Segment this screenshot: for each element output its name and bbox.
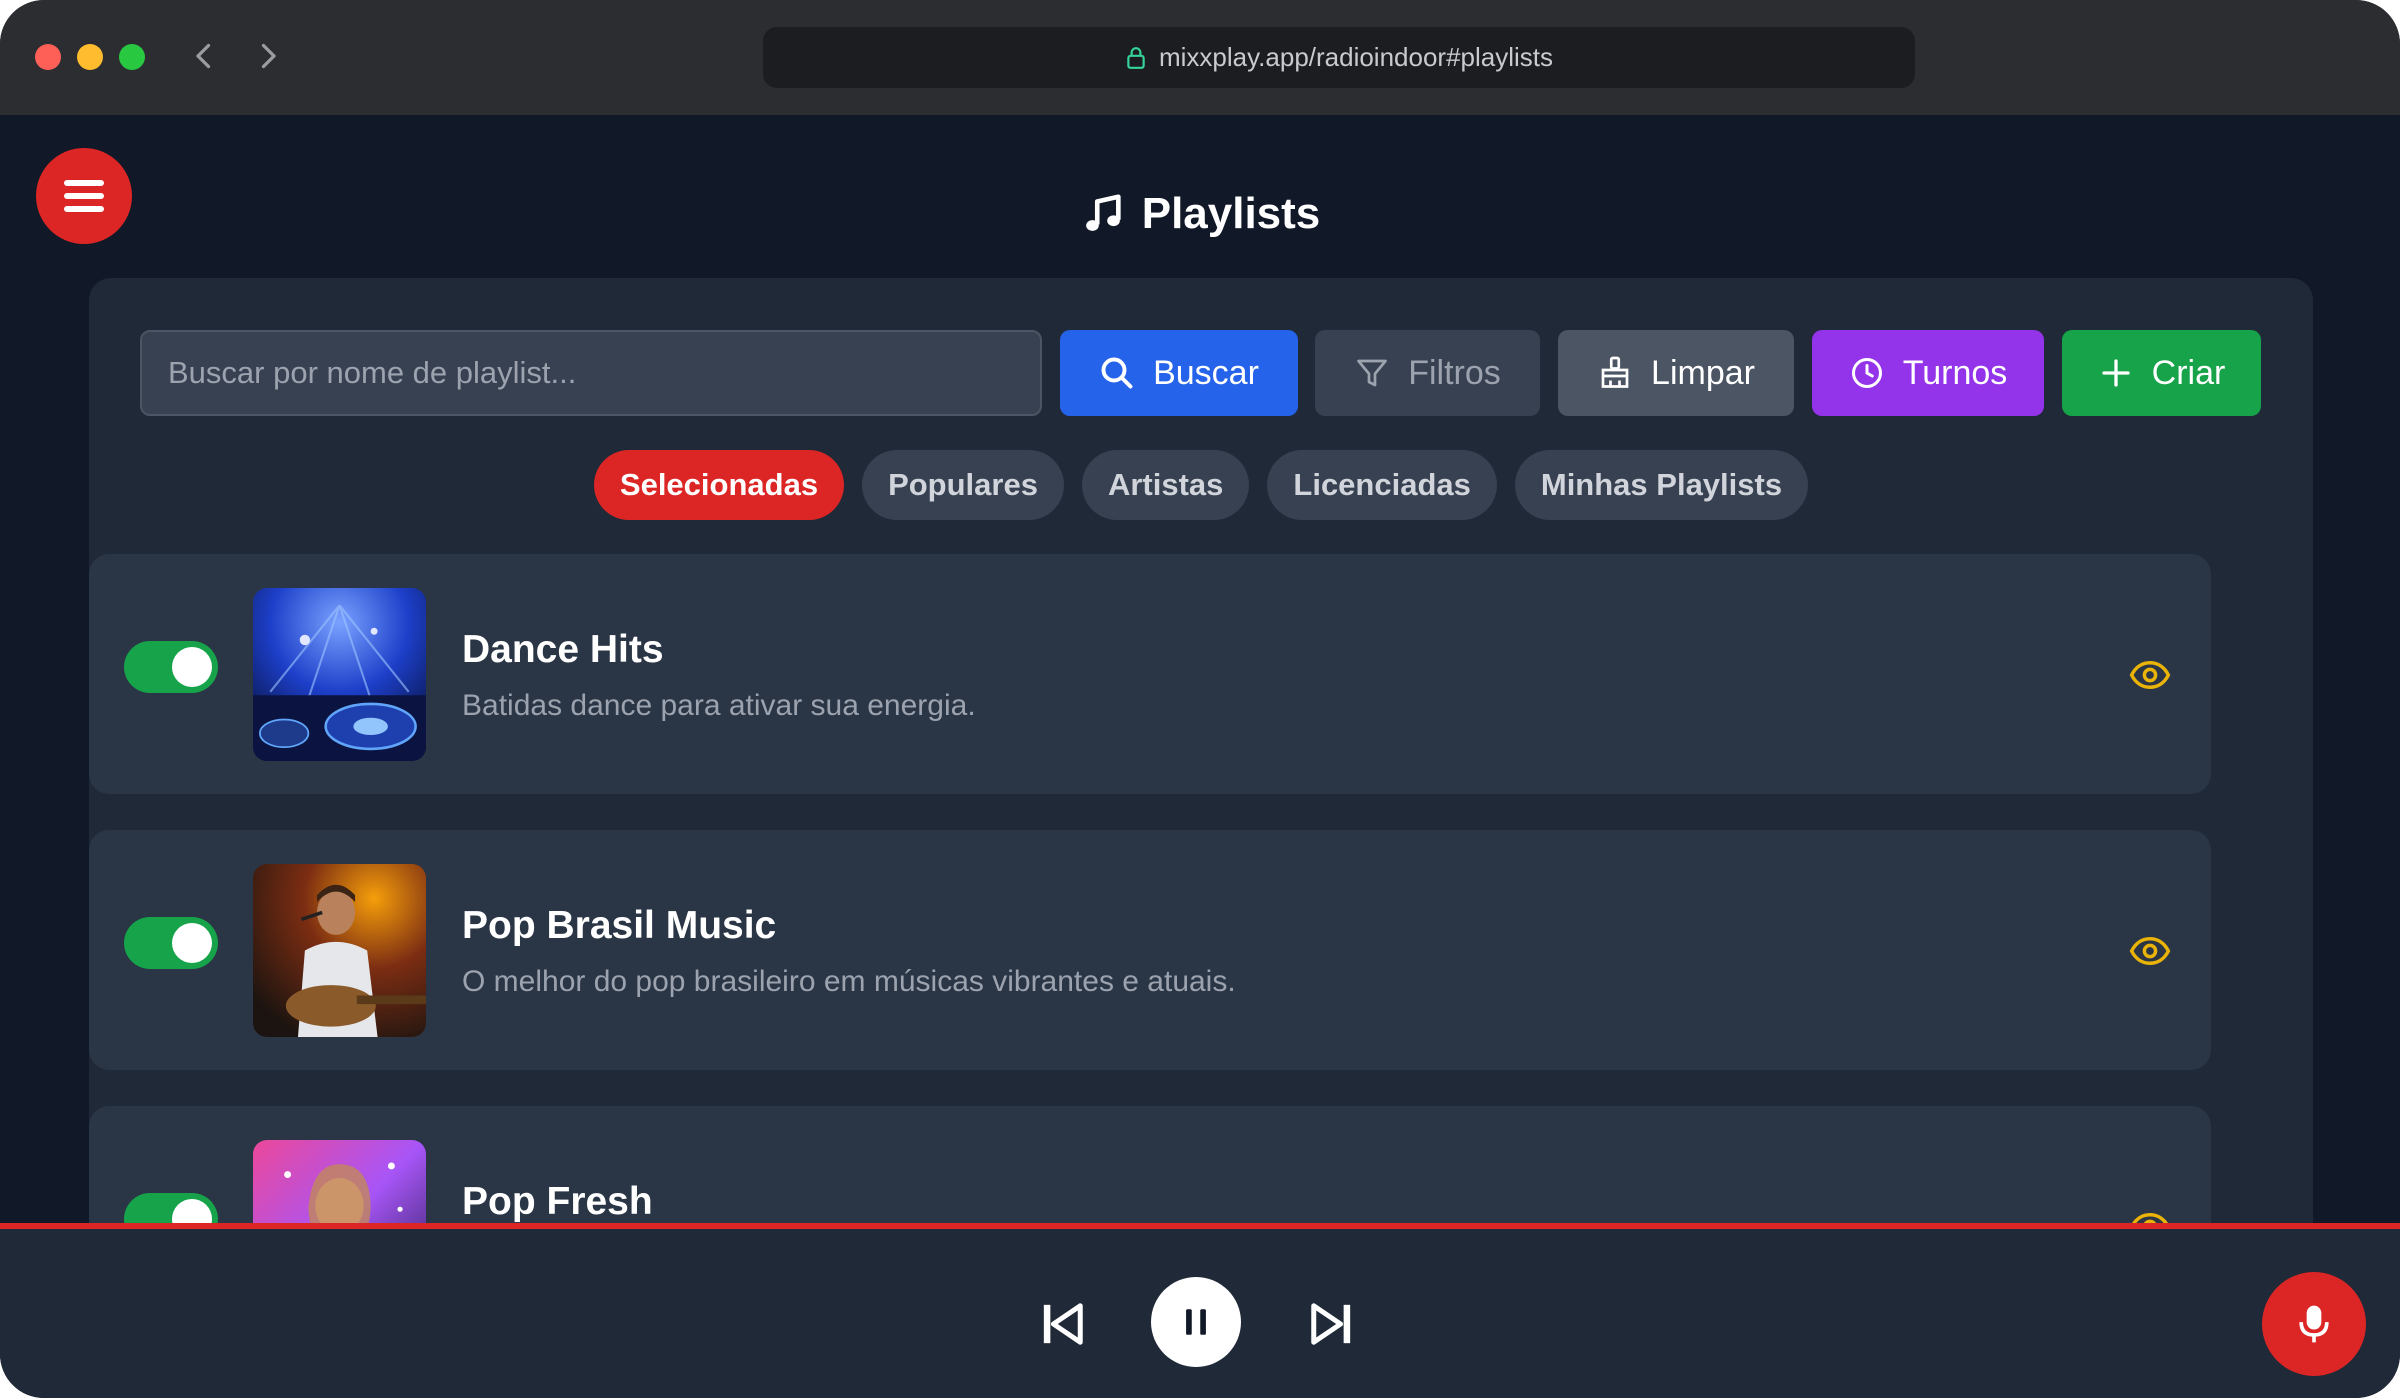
clock-icon [1851, 358, 1882, 388]
clear-button-label: Limpar [1651, 353, 1755, 392]
eye-icon[interactable] [2129, 1206, 2171, 1224]
search-button-label: Buscar [1153, 353, 1259, 392]
minimize-window-button[interactable] [77, 44, 103, 70]
category-tabs: Selecionadas Populares Artistas Licencia… [89, 450, 2313, 520]
clear-button[interactable]: Limpar [1558, 330, 1794, 416]
tab-populares[interactable]: Populares [862, 450, 1064, 520]
singer-guitar-image [253, 864, 426, 1037]
close-window-button[interactable] [35, 44, 61, 70]
url-text: mixxplay.app/radioindoor#playlists [1158, 42, 1554, 72]
search-icon [1101, 357, 1133, 389]
playlist-toggle[interactable] [124, 917, 218, 969]
browser-window: mixxplay.app/radioindoor#playlists Playl… [0, 0, 2400, 1398]
shifts-button[interactable]: Turnos [1812, 330, 2044, 416]
dj-turntable-image [253, 588, 426, 761]
pop-singer-image [253, 1140, 426, 1224]
tab-licenciadas[interactable]: Licenciadas [1267, 450, 1497, 520]
playlist-description: O melhor do pop brasileiro em músicas vi… [462, 965, 1236, 998]
playlist-card[interactable]: Pop Brasil Music O melhor do pop brasile… [89, 830, 2211, 1070]
search-input[interactable] [140, 330, 1042, 416]
plus-icon [2102, 359, 2130, 387]
playlist-toggle[interactable] [124, 1193, 218, 1224]
tab-minhas-playlists[interactable]: Minhas Playlists [1514, 450, 1809, 520]
create-button-label: Criar [2151, 353, 2226, 392]
pause-icon [1186, 1309, 1206, 1335]
playlist-card[interactable]: Pop Fresh [89, 1106, 2211, 1224]
broom-icon [1601, 356, 1629, 388]
playlist-title: Dance Hits [462, 628, 664, 671]
skip-previous-icon[interactable] [1040, 1300, 1086, 1348]
tab-artistas[interactable]: Artistas [1081, 450, 1250, 520]
browser-toolbar: mixxplay.app/radioindoor#playlists [0, 0, 2400, 115]
playlist-title: Pop Fresh [462, 1180, 653, 1223]
playlist-card[interactable]: Dance Hits Batidas dance para ativar sua… [89, 554, 2211, 794]
lock-icon [1127, 46, 1145, 69]
playlist-description: Batidas dance para ativar sua energia. [462, 689, 976, 722]
skip-next-icon[interactable] [1308, 1300, 1354, 1348]
page-title: Playlists [0, 186, 2400, 242]
search-button[interactable]: Buscar [1060, 330, 1298, 416]
music-note-icon [1085, 194, 1121, 231]
player-bar [0, 1223, 2400, 1398]
back-arrow-icon[interactable] [186, 38, 222, 74]
page-title-text: Playlists [1141, 189, 1321, 238]
eye-icon[interactable] [2129, 654, 2171, 696]
filters-button[interactable]: Filtros [1315, 330, 1540, 416]
playlist-title: Pop Brasil Music [462, 904, 777, 947]
filter-icon [1357, 359, 1388, 387]
microphone-icon [2299, 1305, 2329, 1343]
address-bar[interactable]: mixxplay.app/radioindoor#playlists [763, 27, 1915, 88]
playlist-list: Dance Hits Batidas dance para ativar sua… [89, 554, 2211, 1224]
eye-icon[interactable] [2129, 930, 2171, 972]
create-button[interactable]: Criar [2062, 330, 2261, 416]
forward-arrow-icon[interactable] [250, 38, 286, 74]
shifts-button-label: Turnos [1902, 353, 2008, 392]
maximize-window-button[interactable] [119, 44, 145, 70]
microphone-button[interactable] [2262, 1272, 2366, 1376]
filters-button-label: Filtros [1408, 353, 1501, 392]
playlist-toggle[interactable] [124, 641, 218, 693]
pause-button[interactable] [1151, 1277, 1241, 1367]
tab-selecionadas[interactable]: Selecionadas [593, 450, 845, 520]
